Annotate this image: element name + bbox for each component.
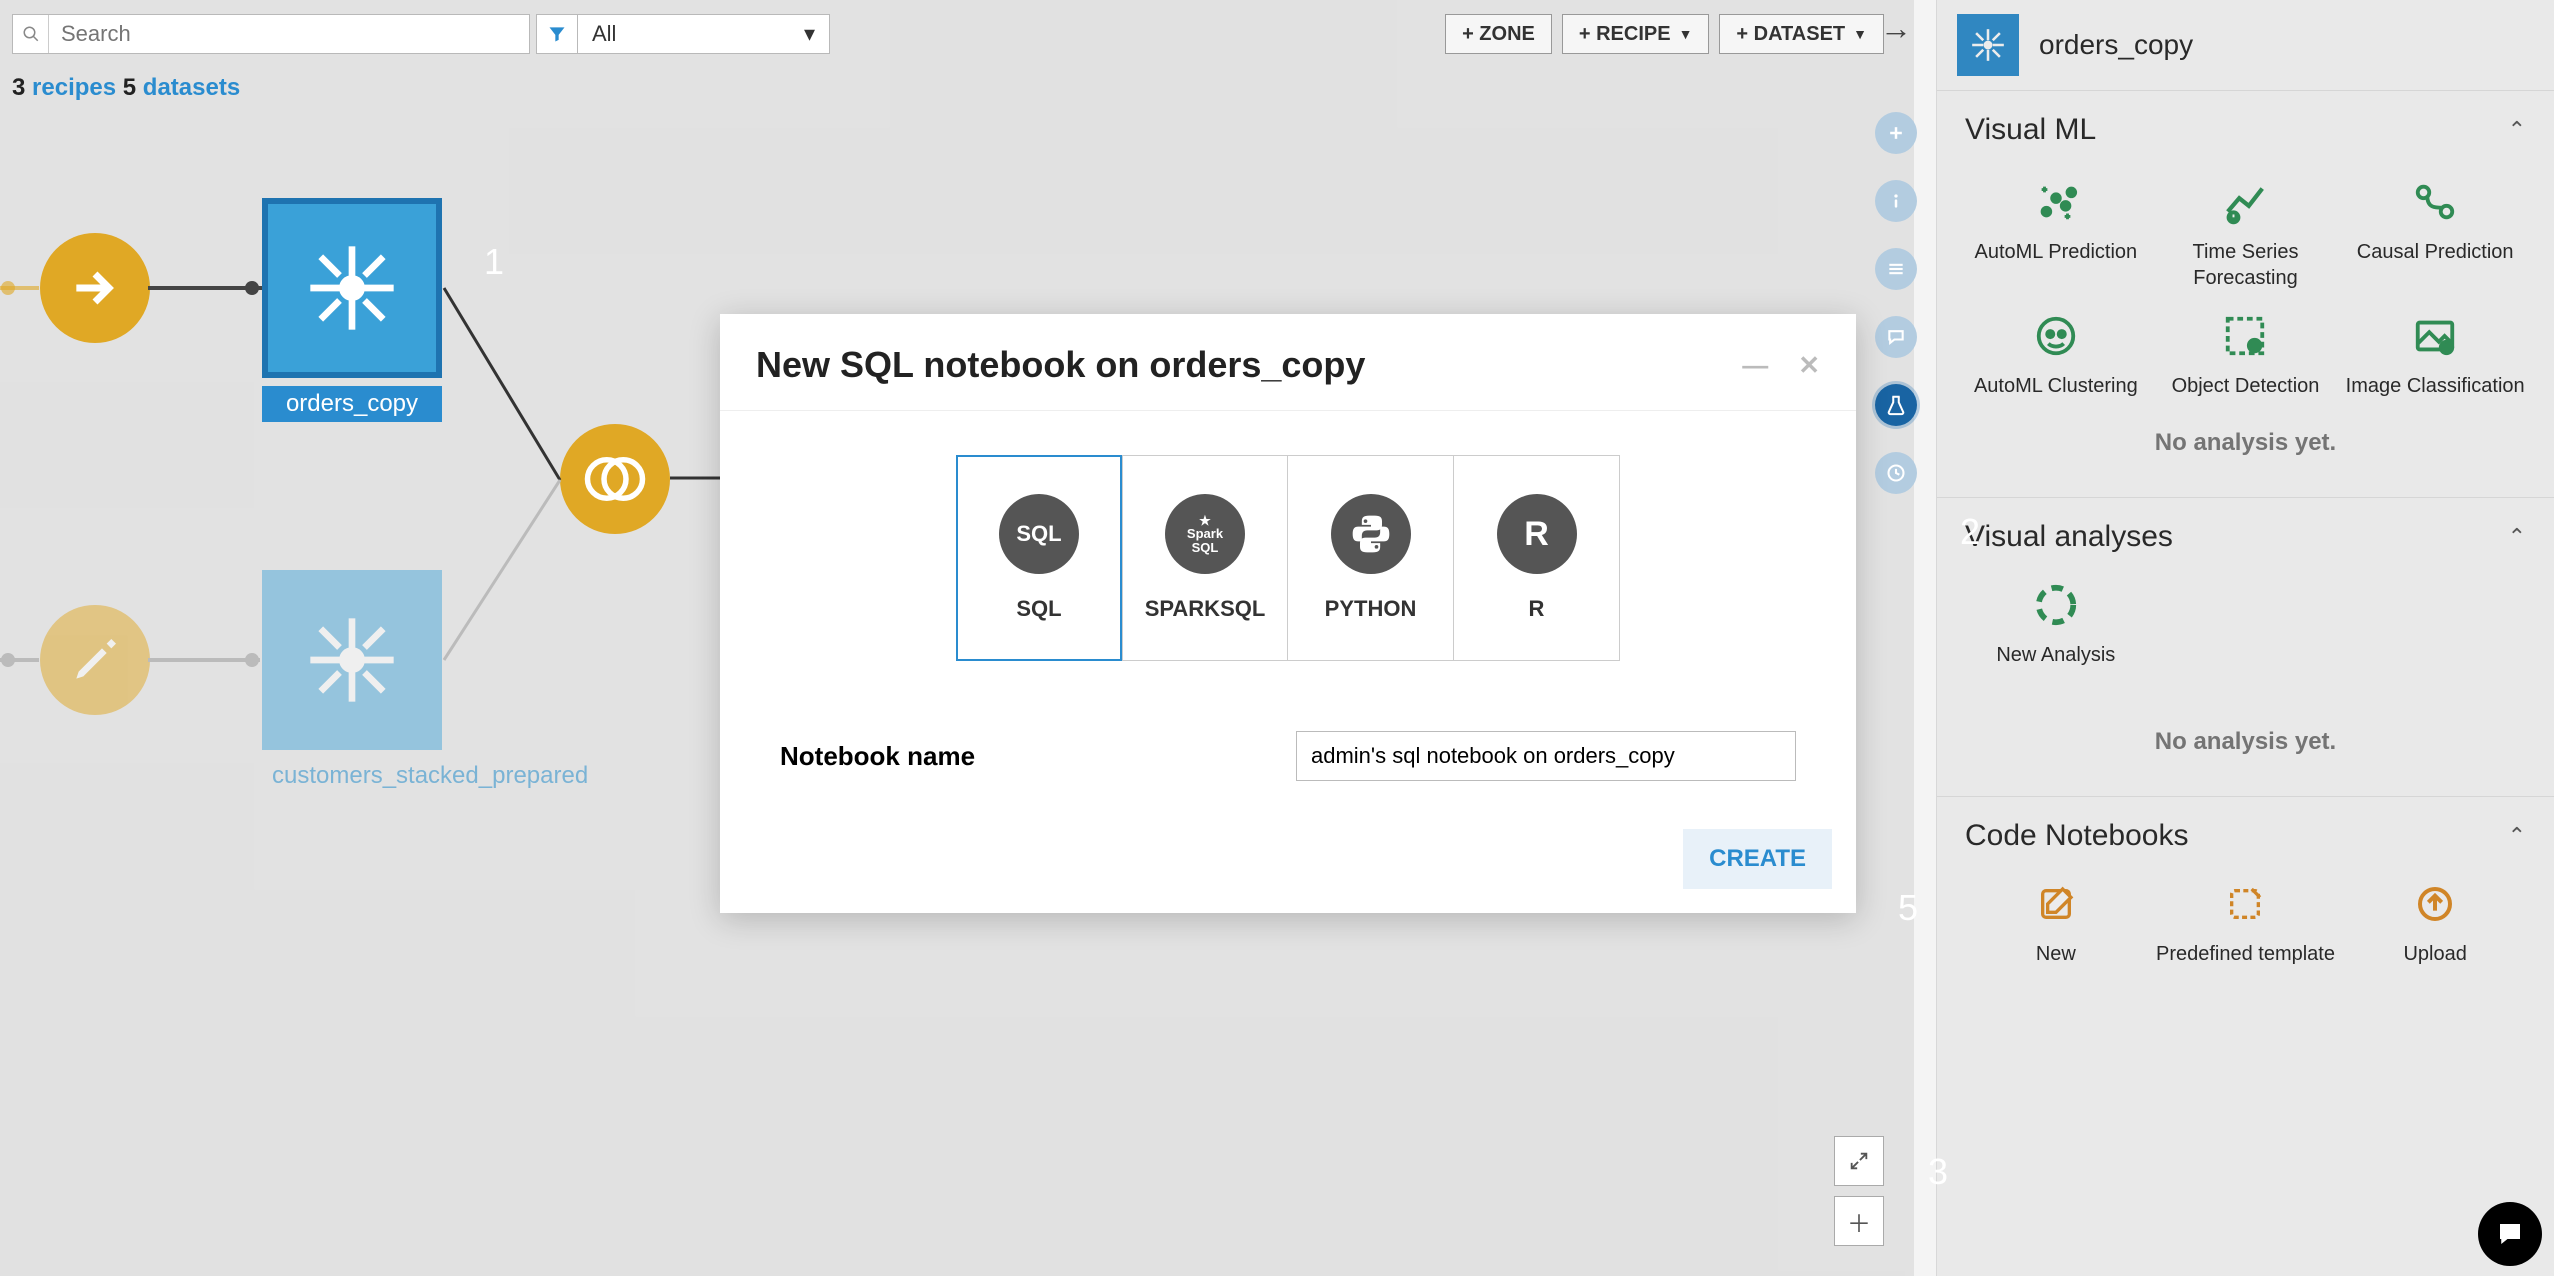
notebook-name-input[interactable] [1296, 731, 1796, 781]
collapse-panel-icon[interactable]: → [1874, 6, 1918, 50]
panel-header: orders_copy [1937, 0, 2554, 91]
clustering-icon [2029, 309, 2083, 363]
section-visual-analyses: Visual analyses ⌃ New Analysis No analys… [1937, 498, 2554, 797]
chevron-down-icon: ▼ [1679, 26, 1693, 42]
chat-widget[interactable] [2478, 1202, 2542, 1266]
upload-icon [2408, 877, 2462, 931]
modal-title: New SQL notebook on orders_copy [756, 344, 1365, 386]
minimize-icon[interactable]: — [1742, 350, 1768, 381]
causal-prediction[interactable]: Causal Prediction [2344, 175, 2526, 291]
new-icon [2029, 877, 2083, 931]
lang-option-sparksql[interactable]: ★SparkSQL SPARKSQL [1122, 455, 1288, 661]
empty-message: No analysis yet. [1965, 668, 2526, 766]
panel-title: orders_copy [2039, 29, 2193, 61]
topbar: All ▾ + ZONE + RECIPE ▼ + DATASET ▼ [12, 10, 1884, 58]
search-wrapper [12, 14, 530, 54]
callout-2: 2 [1920, 494, 2010, 570]
filter-select[interactable]: All ▾ [578, 14, 830, 54]
callout-4: 4 [856, 540, 946, 616]
python-icon [1331, 494, 1411, 574]
section-visual-ml: Visual ML ⌃ AutoML Prediction Time Serie… [1937, 91, 2554, 498]
chevron-down-icon: ▾ [804, 21, 815, 47]
callout-3: 3 [1888, 1134, 1978, 1210]
callout-5: 5 [1858, 870, 1948, 946]
image-classification[interactable]: Image Classification [2344, 309, 2526, 399]
analysis-icon [2029, 578, 2083, 632]
causal-icon [2408, 175, 2462, 229]
counts: 3 recipes 5 datasets [12, 74, 240, 102]
filter-value: All [592, 21, 616, 47]
list-icon[interactable] [1875, 248, 1917, 290]
upload-notebook[interactable]: Upload [2344, 877, 2526, 967]
r-icon: R [1497, 494, 1577, 574]
search-icon[interactable] [13, 15, 49, 53]
sparksql-icon: ★SparkSQL [1165, 494, 1245, 574]
history-icon[interactable] [1875, 452, 1917, 494]
close-icon[interactable]: ✕ [1798, 350, 1820, 381]
sql-icon: SQL [999, 494, 1079, 574]
lab-icon[interactable] [1875, 384, 1917, 426]
timeseries-icon [2218, 175, 2272, 229]
filter-icon[interactable] [536, 14, 578, 54]
chevron-up-icon[interactable]: ⌃ [2508, 524, 2526, 550]
right-panel: orders_copy Visual ML ⌃ AutoML Predictio… [1936, 0, 2554, 1276]
lang-option-sql[interactable]: SQL SQL [956, 455, 1122, 661]
add-action-icon[interactable] [1875, 112, 1917, 154]
chevron-down-icon: ▼ [1853, 26, 1867, 42]
zone-button[interactable]: + ZONE [1445, 14, 1552, 54]
fullscreen-button[interactable] [1834, 1136, 1884, 1186]
dataset-icon [1957, 14, 2019, 76]
new-notebook[interactable]: New [1965, 877, 2147, 967]
search-input[interactable] [49, 15, 529, 53]
predefined-template[interactable]: Predefined template [2155, 877, 2337, 967]
time-series-forecasting[interactable]: Time Series Forecasting [2155, 175, 2337, 291]
new-analysis[interactable]: New Analysis [1965, 578, 2147, 668]
chevron-up-icon[interactable]: ⌃ [2508, 823, 2526, 849]
dataset-button[interactable]: + DATASET ▼ [1719, 14, 1884, 54]
comment-icon[interactable] [1875, 316, 1917, 358]
detection-icon [2218, 309, 2272, 363]
datasets-link[interactable]: datasets [143, 74, 240, 101]
prediction-icon [2029, 175, 2083, 229]
section-code-notebooks: Code Notebooks ⌃ New Predefined template… [1937, 797, 2554, 997]
chevron-up-icon[interactable]: ⌃ [2508, 117, 2526, 143]
template-icon [2218, 877, 2272, 931]
lang-option-python[interactable]: PYTHON [1288, 455, 1454, 661]
actions-rail: → [1866, 6, 1926, 494]
recipe-button[interactable]: + RECIPE ▼ [1562, 14, 1710, 54]
zoom-in-button[interactable]: ＋ [1834, 1196, 1884, 1246]
empty-message: No analysis yet. [1965, 399, 2526, 467]
callout-1: 1 [444, 224, 534, 300]
object-detection[interactable]: Object Detection [2155, 309, 2337, 399]
info-icon[interactable] [1875, 180, 1917, 222]
notebook-name-label: Notebook name [780, 741, 975, 772]
image-class-icon [2408, 309, 2462, 363]
automl-prediction[interactable]: AutoML Prediction [1965, 175, 2147, 291]
automl-clustering[interactable]: AutoML Clustering [1965, 309, 2147, 399]
lang-option-r[interactable]: R R [1454, 455, 1620, 661]
create-button[interactable]: CREATE [1683, 829, 1832, 889]
recipes-link[interactable]: recipes [32, 74, 116, 101]
